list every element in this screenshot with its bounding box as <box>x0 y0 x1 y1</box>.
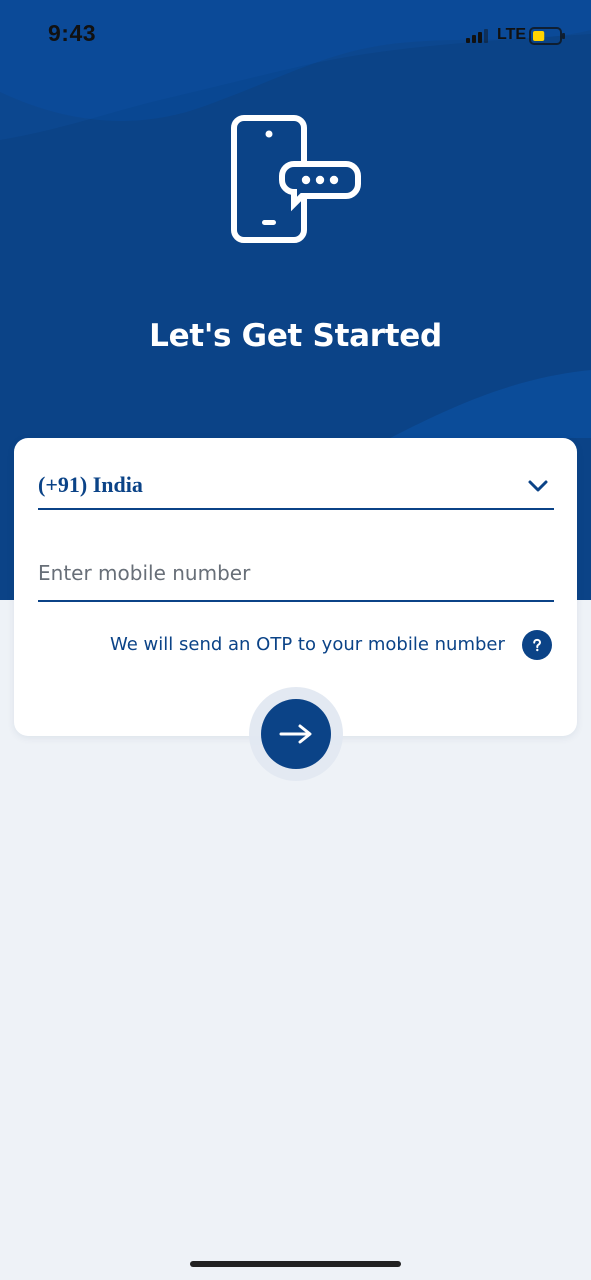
page-title: Let's Get Started <box>149 318 442 354</box>
status-time: 9:43 <box>48 20 97 46</box>
home-indicator <box>190 1261 401 1267</box>
country-select[interactable]: (+91) India <box>38 462 554 510</box>
phone-chat-icon <box>231 115 361 243</box>
mobile-number-input[interactable] <box>38 546 554 600</box>
help-button[interactable] <box>522 630 552 660</box>
mobile-number-field <box>38 546 554 602</box>
signal-icon <box>466 29 488 43</box>
arrow-right-icon <box>279 724 312 744</box>
submit-button-wrap <box>249 687 343 781</box>
chevron-down-icon <box>528 480 548 492</box>
network-label: LTE <box>497 26 527 43</box>
status-bar: 9:43 LTE <box>0 0 591 70</box>
country-select-value: (+91) India <box>38 472 143 497</box>
battery-icon <box>529 27 565 45</box>
submit-button[interactable] <box>261 699 331 769</box>
otp-note: We will send an OTP to your mobile numbe… <box>110 634 505 655</box>
question-mark-icon <box>533 638 542 652</box>
